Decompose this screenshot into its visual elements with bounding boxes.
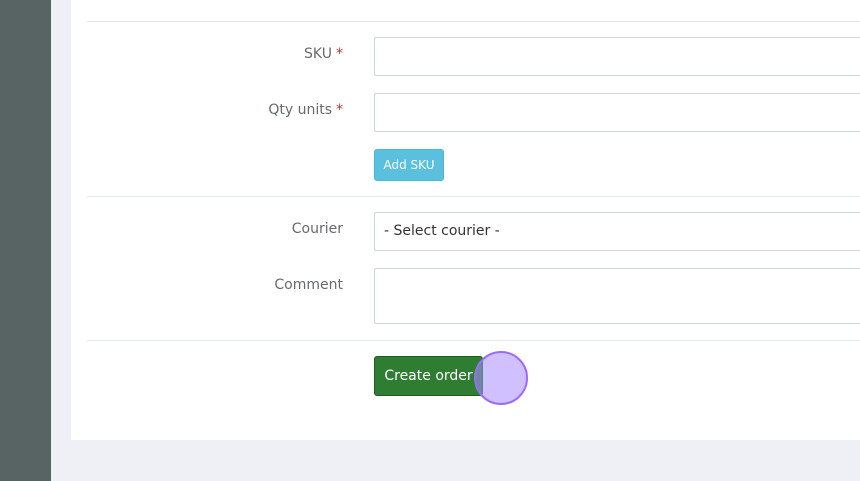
divider: [87, 196, 860, 197]
sku-label: SKU *: [304, 46, 343, 62]
sidebar: [0, 0, 51, 481]
required-marker: *: [336, 102, 343, 118]
qty-units-input[interactable]: [374, 93, 860, 132]
sku-input[interactable]: [374, 37, 860, 76]
divider: [87, 340, 860, 341]
comment-textarea[interactable]: [374, 268, 860, 324]
courier-label: Courier: [291, 221, 343, 237]
divider: [87, 21, 860, 22]
required-marker: *: [336, 46, 343, 62]
create-order-button[interactable]: Create order: [374, 356, 483, 396]
order-form-panel: SKU * Qty units * Add SKU Courier - Select…: [71, 0, 860, 440]
comment-label: Comment: [274, 277, 343, 293]
courier-selected-value: - Select courier -: [384, 223, 500, 239]
courier-select[interactable]: - Select courier -: [374, 212, 860, 251]
qty-units-label: Qty units *: [268, 102, 343, 118]
add-sku-button[interactable]: Add SKU: [374, 149, 444, 181]
